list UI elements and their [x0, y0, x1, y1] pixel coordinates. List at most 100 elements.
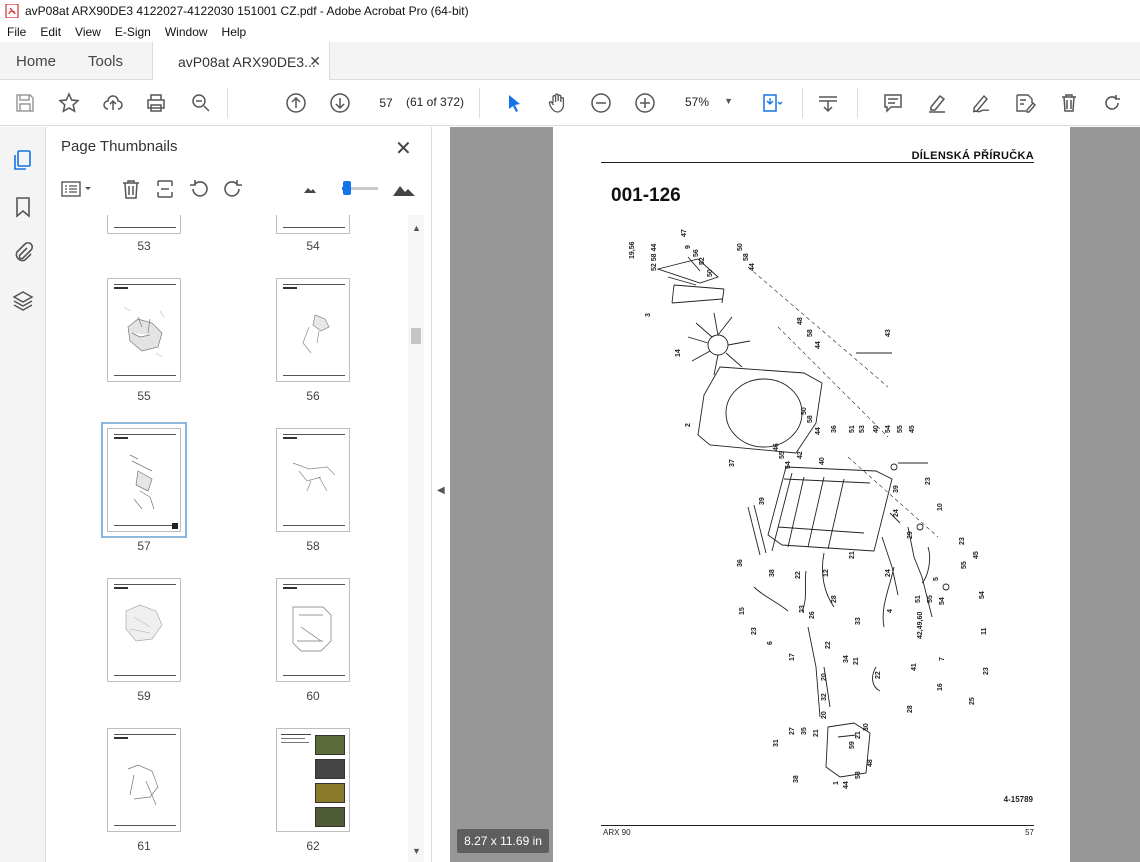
draw-sign-icon[interactable] [969, 91, 993, 115]
menu-view[interactable]: View [68, 25, 108, 39]
tab-document-label: avP08at ARX90DE3... [178, 53, 316, 70]
svg-text:58: 58 [807, 415, 814, 423]
scroll-up-icon[interactable]: ▲ [412, 223, 421, 233]
small-mountain-icon[interactable] [298, 177, 322, 201]
menu-window[interactable]: Window [158, 25, 215, 39]
thumbnail-label: 61 [137, 839, 151, 853]
svg-text:21: 21 [853, 657, 860, 665]
next-page-icon[interactable] [328, 91, 352, 115]
document-view[interactable]: DÍLENSKÁ PŘÍRUČKA 001-126 19,56 52 58 44… [450, 127, 1140, 862]
rotate-icon[interactable] [1100, 91, 1124, 115]
delete-icon[interactable] [1057, 91, 1081, 115]
page-thumbnail[interactable] [276, 215, 350, 234]
page-thumbnail[interactable] [107, 215, 181, 234]
page-number-input[interactable]: 57 [371, 91, 401, 113]
svg-text:43: 43 [885, 329, 892, 337]
bookmark-icon[interactable] [11, 195, 35, 219]
svg-text:52 58 44: 52 58 44 [651, 244, 658, 271]
svg-text:38: 38 [769, 569, 776, 577]
comment-icon[interactable] [881, 91, 905, 115]
download-tray-icon[interactable] [816, 91, 840, 115]
save-icon[interactable] [13, 91, 37, 115]
options-menu-icon[interactable] [60, 177, 94, 201]
svg-text:17: 17 [789, 653, 796, 661]
close-tab-icon[interactable]: ✕ [309, 53, 321, 70]
page-thumbnail[interactable] [276, 578, 350, 682]
svg-text:58: 58 [855, 771, 862, 779]
svg-text:41: 41 [911, 663, 918, 671]
svg-text:54: 54 [885, 425, 892, 433]
page-size-badge: 8.27 x 11.69 in [457, 829, 549, 853]
svg-text:22: 22 [875, 671, 882, 679]
close-panel-icon[interactable]: ✕ [395, 136, 412, 161]
page-thumbnails-icon[interactable] [11, 148, 35, 172]
svg-text:21: 21 [813, 729, 820, 737]
extract-pages-icon[interactable] [153, 177, 177, 201]
star-icon[interactable] [57, 91, 81, 115]
thumbnails-scrollbar[interactable]: ▲ ▼ [408, 215, 424, 862]
page-thumbnail[interactable] [107, 728, 181, 832]
scrollbar-thumb[interactable] [411, 328, 421, 344]
page-thumbnail-selected[interactable] [101, 422, 187, 538]
page-thumbnail[interactable] [276, 428, 350, 532]
tab-home[interactable]: Home [16, 42, 56, 80]
toolbar-divider [227, 88, 228, 118]
zoom-level-dropdown[interactable]: 57% ▼ [677, 91, 739, 113]
page-thumbnail[interactable] [276, 728, 350, 832]
svg-text:51: 51 [849, 425, 856, 433]
print-icon[interactable] [144, 91, 168, 115]
highlight-pen-icon[interactable] [925, 91, 949, 115]
layers-icon[interactable] [11, 289, 35, 313]
exploded-parts-diagram: 19,56 52 58 44 47 9 56 52 50 50 58 44 3 … [629, 229, 990, 789]
menu-help[interactable]: Help [215, 25, 254, 39]
large-mountain-icon[interactable] [390, 177, 418, 201]
svg-text:26: 26 [809, 611, 816, 619]
delete-page-icon[interactable] [119, 177, 143, 201]
attachment-icon[interactable] [11, 241, 35, 265]
page-thumbnail[interactable] [107, 278, 181, 382]
thumbnail-size-slider[interactable] [342, 181, 378, 195]
previous-page-icon[interactable] [284, 91, 308, 115]
toolbar-divider [802, 88, 803, 118]
scroll-down-icon[interactable]: ▼ [412, 846, 421, 856]
panel-title: Page Thumbnails [61, 138, 178, 155]
zoom-search-icon[interactable] [189, 91, 213, 115]
slider-handle[interactable] [343, 181, 352, 195]
svg-text:14: 14 [675, 349, 682, 357]
svg-text:34: 34 [843, 655, 850, 663]
zoom-out-icon[interactable] [589, 91, 613, 115]
svg-text:9: 9 [685, 245, 692, 249]
svg-text:11: 11 [981, 627, 988, 635]
menu-esign[interactable]: E-Sign [108, 25, 158, 39]
svg-text:36: 36 [831, 425, 838, 433]
tab-bar: Home Tools avP08at ARX90DE3... ✕ [0, 42, 1140, 81]
page-thumbnail[interactable] [107, 578, 181, 682]
rotate-clockwise-icon[interactable] [221, 177, 245, 201]
tab-document[interactable]: avP08at ARX90DE3... ✕ [152, 42, 330, 81]
hand-tool-icon[interactable] [545, 91, 569, 115]
svg-text:46: 46 [773, 443, 780, 451]
svg-text:2: 2 [685, 423, 692, 427]
menu-file[interactable]: File [0, 25, 33, 39]
zoom-in-icon[interactable] [633, 91, 657, 115]
fill-sign-icon[interactable] [1013, 91, 1037, 115]
svg-text:21: 21 [849, 551, 856, 559]
svg-text:42,49,60: 42,49,60 [917, 612, 924, 639]
svg-text:4: 4 [887, 609, 894, 613]
svg-text:40: 40 [873, 425, 880, 433]
page-thumbnail[interactable] [276, 278, 350, 382]
upload-cloud-icon[interactable] [101, 91, 125, 115]
collapse-panel-icon[interactable]: ◀ [437, 485, 445, 496]
tab-tools[interactable]: Tools [88, 42, 123, 80]
menu-edit[interactable]: Edit [33, 25, 68, 39]
thumbnail-label: 59 [137, 689, 151, 703]
svg-text:45: 45 [973, 551, 980, 559]
svg-text:24: 24 [893, 509, 900, 517]
rotate-counterclockwise-icon[interactable] [187, 177, 211, 201]
svg-text:15: 15 [739, 607, 746, 615]
page-display-icon[interactable] [760, 91, 784, 115]
chevron-down-icon: ▼ [724, 96, 733, 106]
svg-text:52: 52 [699, 257, 706, 265]
select-cursor-icon[interactable] [502, 91, 526, 115]
svg-text:55: 55 [927, 595, 934, 603]
